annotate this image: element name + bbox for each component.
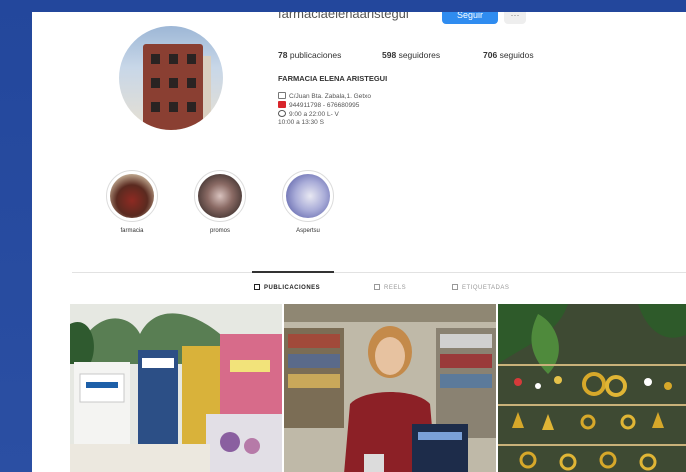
posts-count-value: 78: [278, 50, 288, 60]
post-thumbnail[interactable]: [284, 304, 496, 472]
highlight-promos[interactable]: promos: [190, 170, 250, 234]
tab-label: REELS: [384, 285, 407, 291]
avatar-window: [187, 78, 196, 88]
tab-reels[interactable]: REELS: [374, 284, 406, 291]
bio-address-text: C/Juan Bta. Zabala,1. Getxo: [289, 93, 372, 100]
avatar-window: [169, 54, 178, 64]
profile-username: farmaciaelenaaristegui: [278, 12, 409, 21]
highlight-thumbnail: [198, 174, 242, 218]
phone-icon: [278, 101, 286, 108]
highlight-ring: [194, 170, 246, 222]
highlight-ring: [282, 170, 334, 222]
bio-hours-saturday: 10:00 a 13:30 S: [278, 119, 324, 126]
following-count-label: seguidos: [499, 50, 534, 60]
instagram-profile-page: farmaciaelenaaristegui Seguir ··· 78 pub…: [32, 12, 686, 472]
tagged-icon: [452, 284, 458, 290]
followers-count-label: seguidores: [398, 50, 441, 60]
clock-icon: [278, 110, 286, 117]
bio-phone-text: 944911798 - 676680995: [289, 102, 360, 109]
profile-full-name: FARMACIA ELENA ARISTEGUI: [278, 74, 388, 83]
more-options-button[interactable]: ···: [504, 12, 526, 24]
profile-avatar[interactable]: [119, 26, 223, 130]
avatar-window: [151, 78, 160, 88]
tab-etiquetadas[interactable]: ETIQUETADAS: [452, 284, 509, 291]
avatar-building: [143, 44, 203, 130]
highlight-thumbnail: [110, 174, 154, 218]
reels-icon: [374, 284, 380, 290]
tab-label: ETIQUETADAS: [462, 285, 510, 291]
bio-hours-weekday-text: 9:00 a 22:00 L- V: [289, 111, 339, 118]
highlight-aspertsu[interactable]: Aspertsu: [278, 170, 338, 234]
highlight-label: promos: [209, 228, 230, 234]
avatar-window: [169, 78, 178, 88]
highlight-label: farmacia: [120, 228, 144, 234]
tab-publicaciones[interactable]: PUBLICACIONES: [254, 284, 320, 291]
bio-phone: 944911798 - 676680995: [278, 101, 359, 109]
posts-count-label: publicaciones: [289, 50, 342, 60]
house-icon: [278, 92, 286, 99]
highlight-farmacia[interactable]: farmacia: [102, 170, 162, 234]
bio-hours-weekday: 9:00 a 22:00 L- V: [278, 110, 339, 118]
posts-count[interactable]: 78 publicaciones: [278, 50, 341, 60]
following-count-value: 706: [483, 50, 498, 60]
avatar-window: [187, 102, 196, 112]
highlight-thumbnail: [286, 174, 330, 218]
tab-label: PUBLICACIONES: [264, 285, 321, 291]
profile-header-row: farmaciaelenaaristegui Seguir ···: [278, 12, 598, 30]
following-count[interactable]: 706 seguidos: [483, 50, 534, 60]
tabs-divider: [72, 272, 686, 273]
highlight-label: Aspertsu: [296, 228, 320, 234]
post-thumbnail[interactable]: [70, 304, 282, 472]
avatar-window: [187, 54, 196, 64]
post-image-earrings: [498, 304, 686, 472]
highlight-ring: [106, 170, 158, 222]
avatar-window: [151, 102, 160, 112]
follow-button[interactable]: Seguir: [442, 12, 498, 24]
bio-address: C/Juan Bta. Zabala,1. Getxo: [278, 92, 371, 100]
active-tab-indicator: [252, 271, 334, 273]
avatar-window: [151, 54, 160, 64]
followers-count-value: 598: [382, 50, 397, 60]
followers-count[interactable]: 598 seguidores: [382, 50, 440, 60]
avatar-window: [169, 102, 178, 112]
grid-icon: [254, 284, 260, 290]
post-thumbnail[interactable]: [498, 304, 686, 472]
post-image-products: [70, 304, 282, 472]
post-image-pharmacist: [284, 304, 496, 472]
